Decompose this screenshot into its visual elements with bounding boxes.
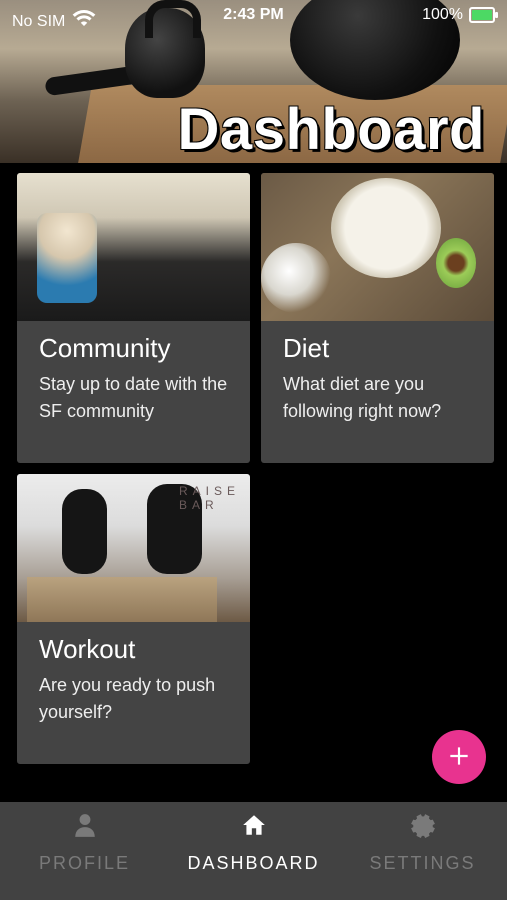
card-title: Diet bbox=[283, 333, 330, 363]
workout-image: RAISE BAR bbox=[17, 474, 250, 622]
card-title: Community bbox=[39, 333, 171, 363]
card-community[interactable]: Community Stay up to date with the SF co… bbox=[17, 173, 250, 463]
page-title: Dashboard bbox=[177, 97, 485, 162]
person-icon bbox=[72, 812, 98, 843]
nav-label: SETTINGS bbox=[369, 853, 476, 873]
plate-graphic bbox=[331, 178, 441, 278]
bottom-nav: PROFILE DASHBOARD SETTINGS bbox=[0, 802, 507, 900]
nav-label: DASHBOARD bbox=[187, 853, 320, 873]
card-workout[interactable]: RAISE BAR Workout Are you ready to push y… bbox=[17, 474, 250, 764]
add-button[interactable] bbox=[432, 730, 486, 784]
nav-item-profile[interactable]: PROFILE bbox=[0, 802, 169, 900]
diet-image bbox=[261, 173, 494, 321]
wall-lettering: RAISE BAR bbox=[178, 484, 240, 512]
athlete-graphic bbox=[62, 489, 107, 574]
flowers-graphic bbox=[261, 243, 331, 313]
nav-item-settings[interactable]: SETTINGS bbox=[338, 802, 507, 900]
gear-icon bbox=[410, 812, 436, 843]
card-diet[interactable]: Diet What diet are you following right n… bbox=[261, 173, 494, 463]
status-bar: No SIM 2:43 PM 100% bbox=[0, 0, 507, 30]
status-right: 100% bbox=[422, 6, 498, 24]
plyo-box-graphic bbox=[27, 577, 217, 622]
card-text: Stay up to date with the SF community bbox=[39, 374, 228, 421]
battery-percentage: 100% bbox=[422, 6, 463, 23]
plus-icon bbox=[446, 739, 472, 775]
card-text: Are you ready to push yourself? bbox=[39, 675, 216, 722]
battery-icon bbox=[469, 7, 498, 23]
nav-item-dashboard[interactable]: DASHBOARD bbox=[169, 802, 338, 900]
avocado-graphic bbox=[436, 238, 476, 288]
card-title: Workout bbox=[39, 634, 136, 664]
home-icon bbox=[241, 812, 267, 843]
nav-label: PROFILE bbox=[38, 853, 131, 873]
community-image bbox=[17, 173, 250, 321]
card-text: What diet are you following right now? bbox=[283, 374, 442, 421]
